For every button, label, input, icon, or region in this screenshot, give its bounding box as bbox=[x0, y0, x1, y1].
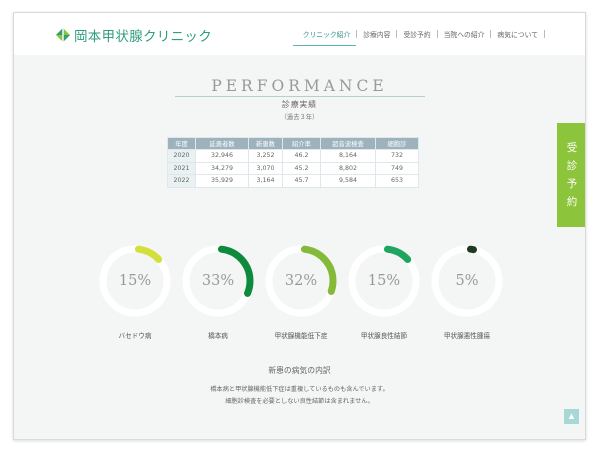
donut-percent: 15% bbox=[118, 273, 152, 289]
table-cell-year: 2021 bbox=[167, 161, 196, 175]
table-cell: 34,279 bbox=[195, 161, 249, 175]
donut-hypothyroidism: 32% 甲状腺機能低下症 bbox=[264, 244, 338, 340]
breakdown-note: 細胞診検査を必要としない良性結節は含まれません。 bbox=[225, 398, 374, 405]
side-tab-char: 予 bbox=[566, 178, 578, 190]
donut-percent: 15% bbox=[367, 273, 401, 289]
donut-percent: 5% bbox=[455, 273, 479, 289]
donut-percent: 33% bbox=[201, 273, 235, 289]
scroll-top-button[interactable]: ▲ bbox=[564, 409, 579, 424]
donut-label: バセドウ病 bbox=[118, 332, 152, 340]
title-divider bbox=[175, 96, 425, 97]
donut-label: 甲状腺機能低下症 bbox=[274, 332, 328, 340]
table-cell-year: 2022 bbox=[167, 174, 196, 188]
nav-item-reservation[interactable]: 受診予約 bbox=[397, 29, 436, 39]
breakdown-title: 新患の病気の内訳 bbox=[268, 366, 331, 375]
donut-benign-nodule: 15% 甲状腺良性結節 bbox=[347, 244, 421, 340]
table-cell: 8,802 bbox=[320, 161, 376, 175]
column-header: 延患者数 bbox=[195, 137, 249, 150]
donut-label: 甲状腺悪性腫瘍 bbox=[443, 332, 491, 340]
donut-graves: 15% バセドウ病 bbox=[98, 244, 172, 340]
table-cell: 653 bbox=[375, 174, 419, 188]
nav-item-clinic[interactable]: クリニック紹介 bbox=[292, 29, 357, 46]
column-header: 新患数 bbox=[248, 137, 283, 150]
logo-text: 岡本甲状腺クリニック bbox=[74, 29, 212, 45]
section-title-en: PERFORMANCE bbox=[211, 77, 388, 95]
donut-percent: 32% bbox=[284, 273, 318, 289]
table-cell-year: 2020 bbox=[167, 149, 196, 163]
donut-label: 橋本病 bbox=[208, 332, 228, 340]
table-cell: 8,164 bbox=[320, 149, 376, 163]
table-header-row: 年度 延患者数 新患数 紹介率 超音波検査 細胞診 bbox=[167, 137, 419, 150]
table-cell: 3,164 bbox=[248, 174, 283, 188]
site-header: 岡本甲状腺クリニック クリニック紹介 診療内容 受診予約 当院への紹介 病気につ… bbox=[14, 13, 585, 55]
side-tab-char: 診 bbox=[566, 160, 578, 172]
table-row: 2021 34,279 3,070 45.2 8,802 749 bbox=[167, 161, 419, 175]
table-cell: 45.2 bbox=[282, 161, 321, 175]
breakdown-note: 橋本病と甲状腺機能低下症は重複しているものも含んでいます。 bbox=[210, 386, 389, 393]
site-logo[interactable]: 岡本甲状腺クリニック bbox=[56, 25, 212, 45]
nav-item-diseases[interactable]: 病気について bbox=[491, 29, 544, 39]
side-tab-char: 約 bbox=[566, 196, 578, 208]
table-cell: 32,946 bbox=[195, 149, 249, 163]
performance-table: 年度 延患者数 新患数 紹介率 超音波検査 細胞診 2020 32,946 3,… bbox=[167, 137, 419, 188]
donut-malignant-tumor: 5% 甲状腺悪性腫瘍 bbox=[430, 244, 504, 340]
side-tab-char: 受 bbox=[566, 142, 578, 154]
table-cell: 732 bbox=[375, 149, 419, 163]
table-cell: 46.2 bbox=[282, 149, 321, 163]
column-header: 細胞診 bbox=[375, 137, 419, 150]
chevron-up-icon: ▲ bbox=[568, 412, 575, 420]
donut-label: 甲状腺良性結節 bbox=[360, 332, 408, 340]
logo-mark-icon bbox=[56, 28, 70, 42]
nav-divider bbox=[544, 30, 545, 38]
page-frame: 岡本甲状腺クリニック クリニック紹介 診療内容 受診予約 当院への紹介 病気につ… bbox=[13, 12, 586, 440]
table-cell: 3,070 bbox=[248, 161, 283, 175]
table-cell: 3,252 bbox=[248, 149, 283, 163]
donut-hashimoto: 33% 橋本病 bbox=[181, 244, 255, 340]
nav-item-referral[interactable]: 当院への紹介 bbox=[438, 29, 491, 39]
nav-item-services[interactable]: 診療内容 bbox=[357, 29, 396, 39]
column-header: 超音波検査 bbox=[320, 137, 376, 150]
table-row: 2020 32,946 3,252 46.2 8,164 732 bbox=[167, 149, 419, 163]
column-header: 年度 bbox=[167, 137, 196, 150]
section-subtitle: （過去３年） bbox=[280, 114, 319, 121]
disease-breakdown-charts: 15% バセドウ病 33% 橋本病 32% 甲状腺機能低下症 15% 甲状腺良性… bbox=[98, 244, 508, 354]
table-row: 2022 35,929 3,164 45.7 9,584 653 bbox=[167, 174, 419, 188]
table-cell: 35,929 bbox=[195, 174, 249, 188]
table-cell: 9,584 bbox=[320, 174, 376, 188]
main-nav: クリニック紹介 診療内容 受診予約 当院への紹介 病気について bbox=[292, 29, 545, 46]
section-title-ja: 診療実績 bbox=[281, 100, 318, 109]
column-header: 紹介率 bbox=[282, 137, 321, 150]
reservation-side-tab[interactable]: 受 診 予 約 bbox=[557, 123, 585, 227]
table-cell: 749 bbox=[375, 161, 419, 175]
table-cell: 45.7 bbox=[282, 174, 321, 188]
